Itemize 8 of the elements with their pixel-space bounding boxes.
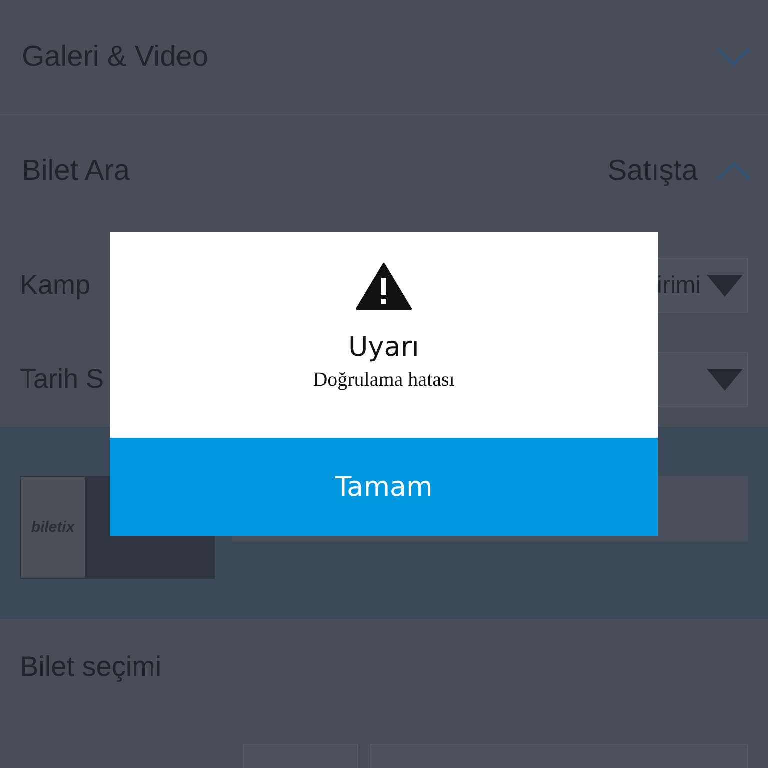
dialog-message: Doğrulama hatası bbox=[313, 369, 455, 392]
ok-button[interactable]: Tamam bbox=[110, 438, 658, 536]
chevron-down-icon[interactable] bbox=[716, 47, 752, 67]
dialog-title: Uyarı bbox=[348, 332, 420, 363]
dropdown-arrow-icon bbox=[707, 368, 743, 390]
dropdown-arrow-icon bbox=[707, 274, 743, 296]
chevron-up-icon[interactable] bbox=[716, 161, 752, 181]
warning-icon bbox=[356, 262, 412, 310]
